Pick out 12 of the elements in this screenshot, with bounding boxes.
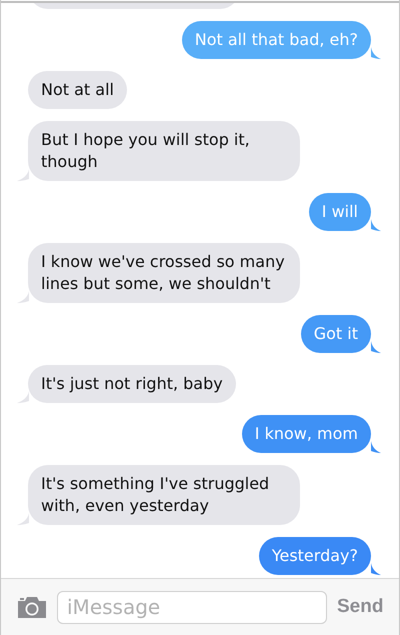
bubble-tail-icon: [17, 391, 29, 403]
bubble-tail-icon: [17, 513, 29, 525]
bubble-tail-icon: [17, 169, 29, 181]
bubble-tail-icon: [371, 219, 381, 231]
bubble-tail-icon: [371, 47, 381, 59]
bubble-tail-icon: [17, 291, 29, 303]
camera-icon[interactable]: [16, 595, 48, 619]
send-button[interactable]: Send: [337, 592, 384, 622]
message-field[interactable]: iMessage: [57, 590, 327, 624]
bubble-tail-icon: [371, 441, 381, 453]
bubble-tail-icon: [371, 341, 381, 353]
bubble-tail-icon: [371, 563, 381, 575]
